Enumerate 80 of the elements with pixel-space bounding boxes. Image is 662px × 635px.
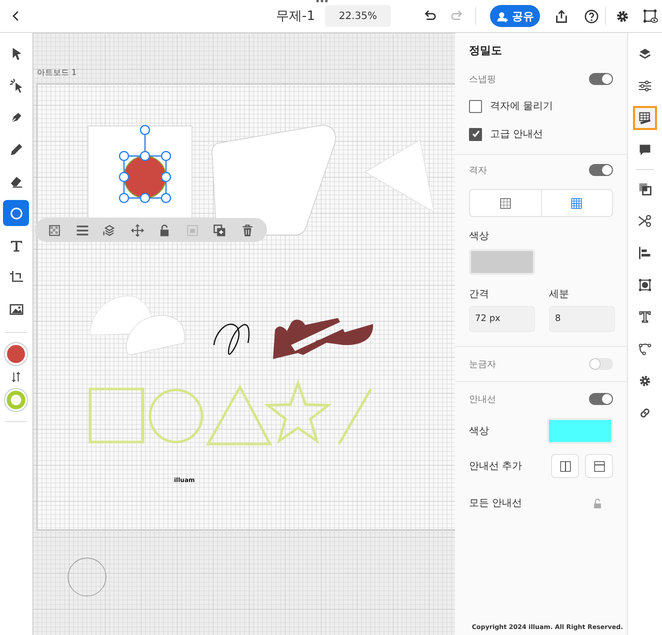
curve-icon — [638, 342, 652, 356]
circle-shape — [148, 388, 204, 444]
ruler-label: 눈금자 — [469, 358, 496, 370]
scissors-icon — [638, 214, 652, 228]
snapping-toggle[interactable] — [589, 73, 613, 85]
crop-icon — [8, 270, 24, 284]
stroke-swatch[interactable] — [5, 389, 27, 411]
spacing-field[interactable]: 72 px — [469, 306, 535, 332]
grid-ruler-icon — [638, 111, 652, 125]
unlock-icon — [592, 498, 603, 508]
checkerboard-icon — [48, 224, 62, 236]
circle-outline — [68, 558, 106, 596]
blob-shape — [126, 315, 185, 356]
circle-icon — [8, 206, 24, 220]
all-guides-label: 모든 안내선 — [469, 497, 522, 510]
tool-button[interactable] — [3, 200, 29, 226]
artboard-label: 아트보드 1 — [37, 68, 77, 77]
triangle-outline — [206, 384, 272, 446]
help-icon — [584, 8, 600, 24]
link-icon — [638, 406, 652, 420]
fine-grid-icon — [570, 196, 584, 210]
star-outline — [264, 379, 332, 444]
fill-swatch[interactable] — [5, 343, 27, 365]
grid-icon — [498, 196, 512, 210]
move-icon — [130, 224, 144, 236]
square-outline — [88, 388, 144, 444]
grid-toggle[interactable] — [589, 164, 613, 176]
align-left-icon — [638, 246, 652, 260]
line-shape — [338, 388, 372, 445]
spacing-label: 간격 — [469, 288, 489, 301]
checkmark-icon — [470, 129, 480, 139]
guides-toggle[interactable] — [589, 393, 613, 405]
swap-icon — [10, 371, 22, 383]
flower-icon — [638, 374, 652, 388]
add-guide-label: 안내선 추가 — [469, 460, 522, 473]
guide-color-label: 색상 — [469, 425, 489, 438]
grid-color-swatch[interactable] — [469, 249, 535, 275]
layers-arrow-icon — [103, 224, 116, 236]
ruler-toggle[interactable] — [589, 358, 613, 370]
mask-icon — [186, 224, 199, 236]
subdivision-field[interactable]: 8 — [549, 306, 615, 332]
horizontal-guide-button[interactable] — [585, 454, 613, 478]
upload-icon — [554, 8, 570, 24]
horizontal-split-icon — [592, 460, 606, 472]
share-button[interactable]: 공유 — [490, 5, 540, 27]
frame-eye-icon — [643, 8, 658, 24]
type-icon — [638, 310, 652, 324]
document-title: 무제-1 — [276, 8, 315, 25]
pencil-icon — [8, 142, 24, 156]
settings-icon — [615, 8, 630, 24]
add-user-icon — [496, 10, 509, 22]
comment-icon — [638, 143, 652, 157]
subdivision-label: 세분 — [549, 288, 569, 301]
panel-button[interactable] — [633, 106, 657, 130]
vertical-guide-button[interactable] — [551, 454, 579, 478]
duplicate-icon — [213, 224, 226, 236]
grid-style-control[interactable] — [469, 189, 613, 217]
checkbox-label: 격자에 물리기 — [490, 100, 554, 113]
checkbox-label: 고급 안내선 — [490, 128, 544, 141]
grid-color-label: 색상 — [469, 230, 489, 243]
checkbox[interactable] — [469, 100, 482, 112]
vertical-split-icon — [558, 460, 572, 472]
sparkle-arrow-icon — [8, 78, 24, 92]
lines-icon — [76, 224, 89, 236]
snapping-label: 스냅핑 — [469, 74, 496, 86]
guide-color-swatch[interactable] — [547, 418, 613, 444]
checkbox[interactable] — [469, 128, 482, 140]
selection-handles[interactable] — [118, 124, 172, 204]
scribble — [213, 324, 250, 355]
symbol-icon — [638, 278, 652, 292]
image-icon — [8, 302, 24, 316]
grid-label: 격자 — [469, 164, 487, 176]
lock-icon — [158, 224, 172, 236]
zoom-field[interactable]: 22.35% — [324, 5, 391, 27]
sliders-icon — [638, 79, 652, 93]
trash-icon — [240, 224, 254, 236]
panel-title: 정밀도 — [469, 43, 503, 58]
overlap-icon — [638, 182, 652, 196]
layers-icon — [638, 47, 652, 61]
guides-label: 안내선 — [469, 394, 496, 406]
